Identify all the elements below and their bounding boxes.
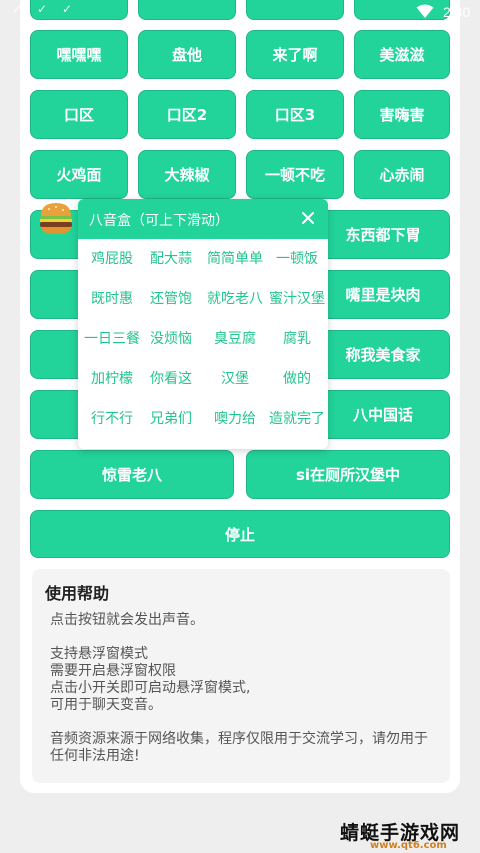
watermark-url: www.qt6.com [370, 840, 447, 851]
popup-header: 八音盒（可上下滑动） [78, 199, 328, 239]
status-bar: ✓ ✓ ✓ 2:30 [0, 0, 480, 24]
sound-button-yi-dun-bu-chi[interactable]: 一顿不吃 [246, 150, 344, 199]
popup-item[interactable]: 做的 [263, 368, 328, 390]
sound-button-mei-zi-zi[interactable]: 美滋滋 [354, 30, 450, 79]
burger-icon[interactable] [37, 201, 75, 237]
popup-item[interactable]: 汉堡 [201, 368, 269, 390]
popup-item[interactable]: 既时惠 [78, 288, 146, 310]
popup-item[interactable]: 你看这 [137, 368, 205, 390]
check-icon: ✓ [62, 2, 73, 16]
popup-item[interactable]: 还管饱 [137, 288, 205, 310]
popup-item[interactable]: 臭豆腐 [201, 328, 269, 350]
popup-title: 八音盒（可上下滑动） [89, 213, 229, 229]
popup-item[interactable]: 兄弟们 [137, 408, 205, 430]
sound-button-ou-3[interactable]: 口区3 [246, 90, 344, 139]
status-time: 2:30 [443, 4, 471, 20]
popup-item[interactable]: 蜜汁汉堡 [263, 288, 328, 310]
help-panel: 使用帮助 点击按钮就会发出声音。 支持悬浮窗模式 需要开启悬浮窗权限 点击小开关… [32, 569, 450, 783]
popup-item[interactable]: 加柠檬 [78, 368, 146, 390]
sound-button-da-la-jiao[interactable]: 大辣椒 [138, 150, 236, 199]
popup-item[interactable]: 没烦恼 [137, 328, 205, 350]
status-notifications: ✓ ✓ ✓ [12, 3, 74, 15]
sound-button-ou-1[interactable]: 口区 [30, 90, 128, 139]
sound-button-pan-ta[interactable]: 盘他 [138, 30, 236, 79]
sound-button-jing-lei-lao-ba[interactable]: 惊雷老八 [30, 450, 234, 499]
check-icon: ✓ [37, 2, 48, 16]
help-text: 点击按钮就会发出声音。 支持悬浮窗模式 需要开启悬浮窗权限 点击小开关即可启动悬… [50, 612, 428, 764]
popup-item[interactable]: 一顿饭 [263, 248, 328, 270]
help-title: 使用帮助 [45, 584, 110, 603]
sound-button-ou-2[interactable]: 口区2 [138, 90, 236, 139]
sound-box-popup[interactable]: 八音盒（可上下滑动） 鸡屁股 配大蒜 简简单单 一顿饭 既时惠 还管饱 就吃老八… [78, 199, 328, 449]
watermark: 蜻蜓手游戏网 www.qt6.com [340, 818, 470, 851]
sound-button-heiheihei[interactable]: 嘿嘿嘿 [30, 30, 128, 79]
popup-item[interactable]: 配大蒜 [137, 248, 205, 270]
sound-button-huo-ji-mian[interactable]: 火鸡面 [30, 150, 128, 199]
sound-button-lai-le-a[interactable]: 来了啊 [246, 30, 344, 79]
popup-item[interactable]: 一日三餐 [78, 328, 146, 350]
popup-item[interactable]: 鸡屁股 [78, 248, 146, 270]
sound-button-xin-chi-nao[interactable]: 心赤闹 [354, 150, 450, 199]
close-icon[interactable] [298, 208, 318, 228]
popup-item[interactable]: 简简单单 [201, 248, 269, 270]
popup-item[interactable]: 就吃老八 [201, 288, 269, 310]
sound-button-si-zai-ce-suo[interactable]: si在厕所汉堡中 [246, 450, 450, 499]
popup-item[interactable]: 噢力给 [201, 408, 269, 430]
popup-item[interactable]: 腐乳 [263, 328, 328, 350]
popup-item[interactable]: 行不行 [78, 408, 146, 430]
popup-item[interactable]: 造就完了 [263, 408, 328, 430]
check-icon: ✓ [12, 2, 23, 16]
wifi-icon [416, 4, 434, 18]
stop-button[interactable]: 停止 [30, 510, 450, 558]
sound-button-hai-hai-hai[interactable]: 害嗨害 [354, 90, 450, 139]
